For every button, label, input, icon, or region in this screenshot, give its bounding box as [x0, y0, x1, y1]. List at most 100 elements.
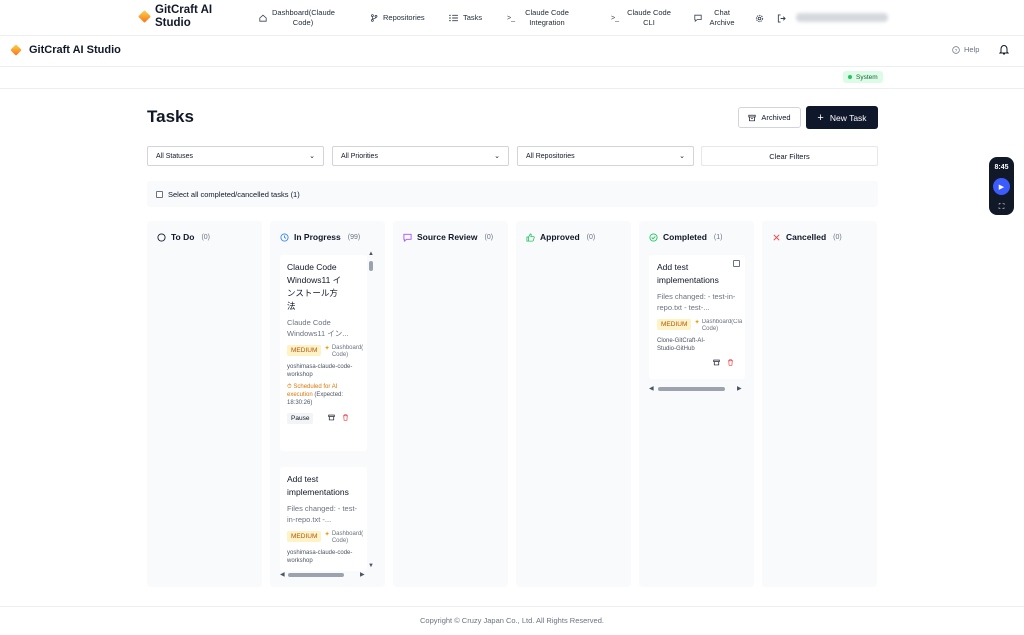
footer-copyright: Copyright © Cruzy Japan Co., Ltd. All Ri…: [420, 616, 604, 625]
column-title: Cancelled: [786, 232, 827, 242]
play-button[interactable]: ▶: [993, 178, 1010, 195]
task-actions: Pause: [287, 413, 360, 424]
task-repository: yoshimasa-claude-code-workshop: [287, 364, 353, 378]
priority-badge: MEDIUM: [657, 319, 692, 330]
page-title: Tasks: [147, 107, 194, 126]
vertical-scrollbar-thumb[interactable]: [369, 261, 373, 271]
brand-logo[interactable]: GitCraft AI Studio: [138, 4, 225, 30]
scroll-right-arrow[interactable]: ▶: [737, 385, 742, 392]
settings-button[interactable]: [755, 0, 764, 36]
new-task-label: New Task: [829, 112, 867, 123]
trash-icon[interactable]: [727, 359, 734, 368]
nav-chat-archive-label: Chat Archive: [709, 8, 735, 27]
repository-filter-value: All Repositories: [526, 152, 575, 160]
thumbs-up-icon: [526, 232, 535, 242]
column-header: Completed (1): [649, 232, 722, 242]
nav-dashboard-label: Dashboard(Claude Code): [272, 8, 335, 27]
task-card[interactable]: Add test implementations Files changed: …: [280, 467, 367, 571]
column-header: To Do (0): [157, 232, 210, 242]
nav-repositories[interactable]: Repositories: [370, 0, 425, 36]
status-filter-select[interactable]: All Statuses ⌄: [147, 146, 324, 166]
task-tags: MEDIUM ✦ Dashboard(Cla Code): [657, 319, 742, 333]
task-card[interactable]: Claude Code Windows11 インストール方法 Claude Co…: [280, 255, 367, 451]
logo-diamond-icon: [10, 44, 22, 56]
task-card[interactable]: Add test implementations Files changed: …: [649, 255, 745, 379]
archive-icon[interactable]: [713, 359, 720, 368]
task-description: Claude Code Windows11 イン...: [287, 318, 349, 338]
widget-time: 8:45: [994, 164, 1009, 171]
scroll-left-arrow[interactable]: ◀: [649, 385, 654, 392]
column-header: Source Review (0): [403, 232, 493, 242]
terminal-icon: >_: [507, 14, 515, 22]
column-header: Cancelled (0): [772, 232, 842, 242]
repo-tag-label: Dashboard(Cla Code): [701, 319, 743, 332]
column-count: (0): [586, 233, 596, 241]
column-cancelled: Cancelled (0): [762, 221, 877, 587]
top-nav: GitCraft AI Studio Dashboard(Claude Code…: [0, 0, 1024, 36]
new-task-button[interactable]: + New Task: [806, 106, 878, 129]
notifications-button[interactable]: [999, 44, 1009, 57]
archive-icon[interactable]: [328, 414, 336, 423]
footer-divider: [0, 606, 1024, 607]
logout-button[interactable]: [777, 0, 786, 36]
logout-icon: [777, 13, 786, 23]
schedule-info: ⏱ Scheduled for AI execution (Expected: …: [287, 383, 357, 407]
status-dot-icon: [848, 75, 852, 79]
task-title: Add test implementations: [657, 262, 719, 285]
priority-badge: MEDIUM: [287, 345, 322, 356]
column-todo: To Do (0): [147, 221, 262, 587]
scroll-down-arrow[interactable]: ▼: [368, 563, 374, 569]
column-approved: Approved (0): [516, 221, 631, 587]
scroll-right-arrow[interactable]: ▶: [360, 571, 365, 578]
sub-header: GitCraft AI Studio ? Help: [0, 36, 1024, 67]
archived-button[interactable]: Archived: [738, 107, 801, 128]
nav-dashboard[interactable]: Dashboard(Claude Code): [259, 0, 335, 36]
task-repository: yoshimasa-claude-code-workshop: [287, 550, 353, 564]
nav-cli-label: Claude Code CLI: [627, 8, 671, 27]
chevron-down-icon: ⌄: [309, 153, 315, 160]
nav-tasks[interactable]: Tasks: [449, 0, 482, 36]
pause-button[interactable]: Pause: [287, 413, 314, 424]
gear-icon: [755, 14, 764, 23]
nav-chat-archive[interactable]: Chat Archive: [694, 0, 737, 36]
scroll-up-arrow[interactable]: ▲: [368, 251, 374, 257]
clear-filters-button[interactable]: Clear Filters: [701, 146, 878, 166]
task-description: Files changed: - test-in-repo.txt -...: [287, 504, 358, 524]
nav-integration-label: Claude Code Integration: [525, 8, 569, 27]
repo-tag: ✦ Dashboard( Code): [324, 531, 367, 545]
task-select-checkbox[interactable]: [733, 260, 740, 267]
sparkle-icon: ✦: [324, 531, 330, 538]
clock-icon: ⏱: [287, 384, 292, 390]
horizontal-scrollbar-thumb[interactable]: [658, 387, 725, 391]
task-title: Claude Code Windows11 インストール方法: [287, 262, 342, 311]
home-icon: [259, 14, 267, 22]
task-tags: MEDIUM ✦ Dashboard( Code): [287, 531, 363, 545]
column-count: (0): [833, 233, 842, 241]
help-circle-icon: ?: [952, 45, 960, 54]
priority-badge: MEDIUM: [287, 531, 322, 542]
sub-brand[interactable]: GitCraft AI Studio: [10, 44, 121, 56]
column-completed: Completed (1) Add test implementations F…: [639, 221, 754, 587]
column-title: In Progress: [294, 232, 341, 242]
column-title: Source Review: [417, 232, 478, 242]
nav-claude-code-cli[interactable]: >_ Claude Code CLI: [611, 0, 674, 36]
repo-tag-label: Dashboard( Code): [331, 531, 364, 544]
logo-diamond-icon: [138, 10, 151, 23]
capture-icon[interactable]: ⛶: [989, 202, 1014, 212]
svg-text:?: ?: [955, 47, 958, 53]
scroll-left-arrow[interactable]: ◀: [280, 571, 285, 578]
check-circle-icon: [649, 232, 658, 242]
system-status-badge: System: [843, 71, 883, 83]
help-link[interactable]: ? Help: [952, 45, 979, 54]
sparkle-icon: ✦: [694, 319, 700, 326]
trash-icon[interactable]: [342, 414, 349, 423]
repository-filter-select[interactable]: All Repositories ⌄: [517, 146, 694, 166]
priority-filter-select[interactable]: All Priorities ⌄: [332, 146, 509, 166]
recording-widget: 8:45 ▶ ⛶: [989, 157, 1014, 215]
horizontal-scrollbar-thumb[interactable]: [288, 573, 344, 577]
nav-claude-code-integration[interactable]: >_ Claude Code Integration: [507, 0, 574, 36]
archive-icon: [748, 114, 756, 122]
select-all-checkbox[interactable]: [156, 190, 163, 198]
select-all-bar: Select all completed/cancelled tasks (1): [147, 181, 878, 207]
sub-brand-name: GitCraft AI Studio: [29, 44, 121, 56]
